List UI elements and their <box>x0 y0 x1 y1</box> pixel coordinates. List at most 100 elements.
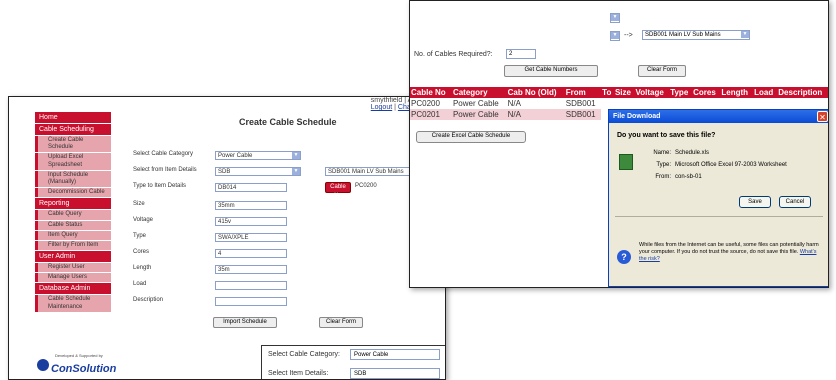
table-cell: PC0200 <box>411 99 440 108</box>
sidebar-section-header[interactable]: Reporting <box>35 198 111 210</box>
length-label: Length <box>133 265 152 271</box>
category-label: Select Cable Category <box>133 151 194 157</box>
to-item-input[interactable]: DB014 <box>215 183 287 192</box>
page-title: Create Cable Schedule <box>239 117 337 127</box>
sidebar-item[interactable]: Item Query <box>35 230 111 240</box>
sidebar-section-header[interactable]: Home <box>35 112 111 123</box>
description-label: Description <box>133 297 164 303</box>
type-value: Microsoft Office Excel 97-2003 Worksheet <box>675 162 787 168</box>
column-header: Load <box>753 87 778 98</box>
sidebar-item[interactable]: Filter by From Item <box>35 240 111 251</box>
cores-label: Cores <box>133 249 150 255</box>
table-row: PC0200 Power Cable N/A SDB001 <box>410 98 828 109</box>
chevron-down-icon: ▼ <box>292 152 300 159</box>
dialog-title-bar: File Download ✕ <box>609 110 828 123</box>
column-header: Cores <box>692 87 721 98</box>
sidebar-item[interactable]: Decommission Cable <box>35 188 111 198</box>
warning-text: While files from the Internet can be use… <box>639 242 819 256</box>
from-item-select-value: SDB <box>218 169 231 175</box>
size-label: Size <box>133 201 145 207</box>
to-item-select[interactable]: SDB001 Main LV Sub Mains ▼ <box>642 30 750 40</box>
description-input[interactable] <box>215 297 287 306</box>
type-key: Type: <box>656 162 671 168</box>
from-key: From: <box>655 174 671 180</box>
load-label: Load <box>133 281 147 287</box>
column-header: Category <box>451 87 507 98</box>
type-label: Type <box>133 233 147 239</box>
get-cable-numbers-button[interactable]: Get Cable Numbers <box>504 65 598 77</box>
zoom-inset: Select Cable Category: Power Cable Selec… <box>261 345 445 379</box>
sidebar-item[interactable]: Manage Users <box>35 273 111 283</box>
chevron-down-icon: ▼ <box>741 31 749 38</box>
from-item-label: Select from Item Details <box>133 167 197 173</box>
voltage-label: Voltage <box>133 217 154 223</box>
inset-item-select[interactable]: SDB <box>350 368 440 379</box>
size-input[interactable]: 35mm <box>215 201 287 210</box>
inset-category-select[interactable]: Power Cable <box>350 349 440 360</box>
create-excel-button[interactable]: Create Excel Cable Schedule <box>416 131 526 143</box>
type-input[interactable]: SWA/XPLE <box>215 233 287 242</box>
dialog-divider <box>615 216 823 217</box>
from-item-select[interactable]: ▼ <box>610 13 620 23</box>
sidebar-item[interactable]: Upload Excel Spreadsheet <box>35 153 111 170</box>
table-cell: Power Cable <box>452 99 499 108</box>
excel-file-icon <box>619 154 633 170</box>
to-item-select-value: SDB001 Main LV Sub Mains <box>328 169 404 175</box>
cables-required-label: No. of Cables Required?: <box>414 51 493 58</box>
sidebar-item[interactable]: Input Schedule (Manually) <box>35 170 111 188</box>
column-header: Type <box>669 87 693 98</box>
column-header: Description <box>777 87 828 98</box>
table-header-row: Cable No Category Cab No (Old) From To Size Vo… <box>410 87 828 98</box>
sidebar-item[interactable]: Cable Query <box>35 210 111 220</box>
cable-no-value: PC0200 <box>355 183 377 189</box>
logout-link[interactable]: Logout <box>371 104 392 111</box>
category-select[interactable]: Power Cable ▼ <box>215 151 301 160</box>
sidebar-item[interactable]: Create Cable Schedule <box>35 136 111 153</box>
inset-category-label: Select Cable Category: <box>268 351 340 358</box>
load-input[interactable] <box>215 281 287 290</box>
cables-required-input[interactable]: 2 <box>506 49 536 59</box>
save-button[interactable]: Save <box>739 196 771 208</box>
category-select-value: Power Cable <box>218 153 253 159</box>
column-header: Length <box>720 87 754 98</box>
name-value: Schedule.xls <box>675 150 710 156</box>
chevron-down-icon: ▼ <box>611 14 619 21</box>
sidebar-section-header[interactable]: Cable Scheduling <box>35 124 111 135</box>
logo-tagline: Developed & Supported by <box>55 353 103 358</box>
chevron-down-icon: ▼ <box>611 32 619 39</box>
from-value: con-sb-01 <box>675 174 702 180</box>
dialog-title: File Download <box>613 113 661 120</box>
table-cell: PC0201 <box>410 109 452 120</box>
logo-mark-icon <box>37 359 49 371</box>
sidebar-item[interactable]: Cable Status <box>35 220 111 230</box>
column-header: Size <box>613 87 635 98</box>
dialog-question: Do you want to save this file? <box>617 132 716 139</box>
table-cell: N/A <box>506 109 565 120</box>
from-item-select[interactable]: SDB ▼ <box>215 167 301 176</box>
length-input[interactable]: 35m <box>215 265 287 274</box>
voltage-input[interactable]: 415v <box>215 217 287 226</box>
sidebar-section-header[interactable]: Database Admin <box>35 283 111 295</box>
sidebar-item[interactable]: Register User <box>35 263 111 273</box>
file-download-dialog: File Download ✕ Do you want to save this… <box>608 109 828 287</box>
to-item-label: Type to Item Details <box>133 183 187 189</box>
sidebar-menu: Home Cable Scheduling Create Cable Schedul… <box>35 111 111 312</box>
dialog-from-row: From: con-sb-01 <box>649 174 702 180</box>
sidebar-section-header[interactable]: User Admin <box>35 251 111 263</box>
import-schedule-button[interactable]: Import Schedule <box>213 317 277 328</box>
to-item-select[interactable]: SDB001 Main LV Sub Mains <box>325 167 421 176</box>
cancel-button[interactable]: Cancel <box>779 196 811 208</box>
close-icon[interactable]: ✕ <box>817 111 828 122</box>
sidebar-item[interactable]: Cable Schedule Maintenance <box>35 295 111 312</box>
column-header: Cable No <box>410 87 452 98</box>
to-item-dropdown[interactable]: ▼ <box>610 31 620 41</box>
column-header: To <box>601 87 614 98</box>
dialog-warning: While files from the Internet can be use… <box>639 242 825 263</box>
column-header: Cab No (Old) <box>506 87 565 98</box>
clear-form-button[interactable]: Clear Form <box>319 317 363 328</box>
clear-form-button[interactable]: Clear Form <box>638 65 686 77</box>
cores-input[interactable]: 4 <box>215 249 287 258</box>
dialog-type-row: Type: Microsoft Office Excel 97-2003 Work… <box>649 162 787 168</box>
table-cell: SDB001 <box>564 109 602 120</box>
cable-no-button[interactable]: Cable No <box>325 182 351 199</box>
